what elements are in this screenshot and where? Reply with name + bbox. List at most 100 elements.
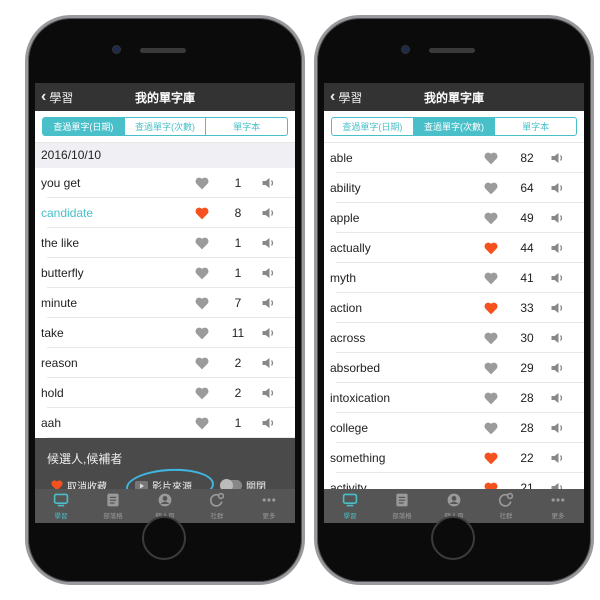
heart-icon[interactable] xyxy=(195,207,209,220)
word-row[interactable]: take 11 xyxy=(35,318,295,348)
back-button[interactable]: ‹ 學習 xyxy=(330,83,362,111)
word-row[interactable]: something 22 xyxy=(324,443,584,473)
word-row[interactable]: able 82 xyxy=(324,143,584,173)
lookup-count: 33 xyxy=(520,301,534,315)
segmented-control: 查過單字(日期) 查過單字(次數) 單字本 xyxy=(42,117,288,136)
speaker-icon[interactable] xyxy=(261,177,275,189)
segment-tab[interactable]: 單字本 xyxy=(495,118,576,135)
heart-icon[interactable] xyxy=(195,387,209,400)
speaker-icon[interactable] xyxy=(550,452,564,464)
word-row[interactable]: candidate 8 xyxy=(35,198,295,228)
tab-item[interactable]: 部落格 xyxy=(87,489,139,523)
word-row[interactable]: myth 41 xyxy=(324,263,584,293)
tab-item[interactable]: 更多 xyxy=(532,489,584,523)
word-row[interactable]: across 30 xyxy=(324,323,584,353)
date-header: 2016/10/10 xyxy=(35,143,295,168)
heart-icon[interactable] xyxy=(484,452,498,465)
word-text: aah xyxy=(41,416,62,430)
heart-icon[interactable] xyxy=(195,327,209,340)
speaker-icon[interactable] xyxy=(550,332,564,344)
back-button[interactable]: ‹ 學習 xyxy=(41,83,73,111)
tab-label: 部落格 xyxy=(103,513,123,520)
speaker-icon[interactable] xyxy=(550,272,564,284)
speaker-icon[interactable] xyxy=(550,392,564,404)
heart-icon[interactable] xyxy=(484,182,498,195)
lookup-count: 30 xyxy=(520,331,534,345)
heart-icon[interactable] xyxy=(195,297,209,310)
word-row[interactable]: minute 7 xyxy=(35,288,295,318)
word-row[interactable]: apple 49 xyxy=(324,203,584,233)
heart-icon[interactable] xyxy=(484,152,498,165)
heart-icon[interactable] xyxy=(195,267,209,280)
word-row[interactable]: reason 2 xyxy=(35,348,295,378)
lookup-count: 2 xyxy=(234,356,242,370)
heart-icon[interactable] xyxy=(484,212,498,225)
word-row[interactable]: you get 1 xyxy=(35,168,295,198)
home-button[interactable] xyxy=(142,516,186,560)
tab-item[interactable]: 學習 xyxy=(324,489,376,523)
speaker-icon[interactable] xyxy=(550,302,564,314)
tab-item[interactable]: 部落格 xyxy=(376,489,428,523)
segmented-control: 查過單字(日期) 查過單字(次數) 單字本 xyxy=(331,117,577,136)
phone-right: ‹ 學習 我的單字庫 查過單字(日期) 查過單字(次數) 單字本 able 82 abi… xyxy=(314,15,594,585)
word-row[interactable]: college 28 xyxy=(324,413,584,443)
tab-item[interactable]: 社群 xyxy=(480,489,532,523)
speaker-icon[interactable] xyxy=(550,212,564,224)
tab-label: 社群 xyxy=(210,513,224,520)
back-label: 學習 xyxy=(49,90,74,105)
segment-tab[interactable]: 查過單字(日期) xyxy=(332,118,414,135)
tab-item[interactable]: 更多 xyxy=(243,489,295,523)
word-row[interactable]: the like 1 xyxy=(35,228,295,258)
speaker-icon[interactable] xyxy=(261,297,275,309)
word-row[interactable]: intoxication 28 xyxy=(324,383,584,413)
heart-icon[interactable] xyxy=(484,422,498,435)
speaker-icon[interactable] xyxy=(550,422,564,434)
heart-icon[interactable] xyxy=(195,417,209,430)
segment-tab[interactable]: 單字本 xyxy=(206,118,287,135)
heart-icon[interactable] xyxy=(195,177,209,190)
word-row[interactable]: action 33 xyxy=(324,293,584,323)
heart-icon[interactable] xyxy=(195,237,209,250)
user-icon xyxy=(447,493,461,507)
speaker-grille xyxy=(140,48,186,53)
speaker-icon[interactable] xyxy=(261,357,275,369)
word-text: something xyxy=(330,451,386,465)
lookup-count: 49 xyxy=(520,211,534,225)
word-row[interactable]: ability 64 xyxy=(324,173,584,203)
speaker-icon[interactable] xyxy=(261,387,275,399)
speaker-icon[interactable] xyxy=(261,237,275,249)
heart-icon[interactable] xyxy=(484,302,498,315)
tab-item[interactable]: 學習 xyxy=(35,489,87,523)
word-row[interactable]: hold 2 xyxy=(35,378,295,408)
word-text: apple xyxy=(330,211,360,225)
word-row[interactable]: absorbed 29 xyxy=(324,353,584,383)
heart-icon[interactable] xyxy=(484,242,498,255)
heart-icon[interactable] xyxy=(195,357,209,370)
word-row[interactable]: aah 1 xyxy=(35,408,295,438)
speaker-icon[interactable] xyxy=(550,362,564,374)
segment-tab[interactable]: 查過單字(次數) xyxy=(413,118,496,135)
heart-icon[interactable] xyxy=(484,332,498,345)
word-text: candidate xyxy=(41,206,94,220)
word-row[interactable]: actually 44 xyxy=(324,233,584,263)
speaker-icon[interactable] xyxy=(550,182,564,194)
segment-tab[interactable]: 查過單字(日期) xyxy=(43,118,125,135)
heart-icon[interactable] xyxy=(484,272,498,285)
tab-item[interactable]: 社群 xyxy=(191,489,243,523)
word-row[interactable]: butterfly 1 xyxy=(35,258,295,288)
heart-icon[interactable] xyxy=(484,362,498,375)
speaker-icon[interactable] xyxy=(550,242,564,254)
speaker-icon[interactable] xyxy=(261,267,275,279)
monitor-icon xyxy=(53,493,69,507)
tab-label: 學習 xyxy=(54,513,68,520)
segmented-control-bar: 查過單字(日期) 查過單字(次數) 單字本 xyxy=(35,111,295,143)
speaker-icon[interactable] xyxy=(261,327,275,339)
home-button[interactable] xyxy=(431,516,475,560)
heart-icon[interactable] xyxy=(484,392,498,405)
lookup-count: 41 xyxy=(520,271,534,285)
speaker-icon[interactable] xyxy=(261,417,275,429)
speaker-icon[interactable] xyxy=(261,207,275,219)
segment-tab[interactable]: 查過單字(次數) xyxy=(125,118,207,135)
speaker-icon[interactable] xyxy=(550,152,564,164)
word-text: you get xyxy=(41,176,81,190)
